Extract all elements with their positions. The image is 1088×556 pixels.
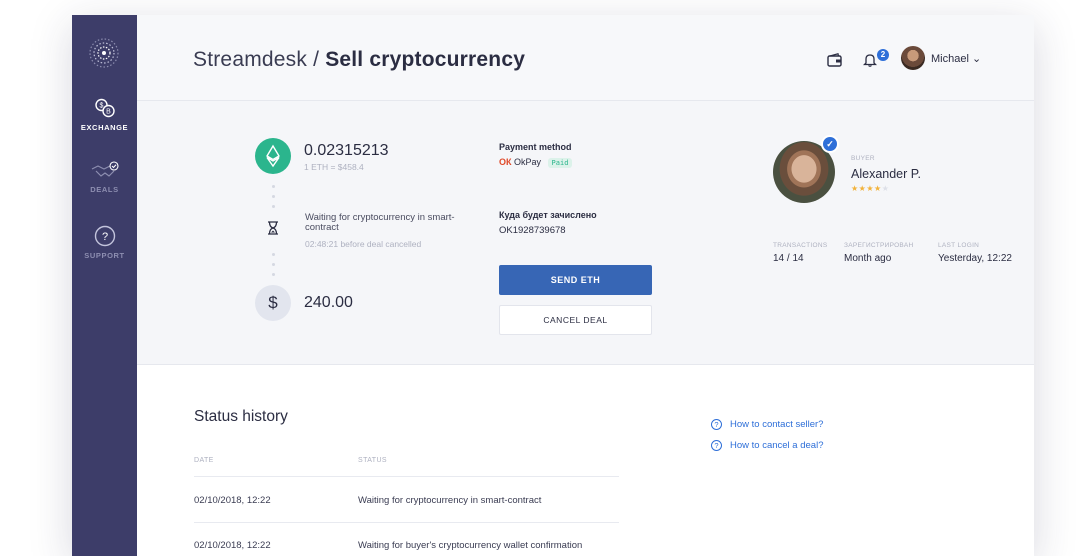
history-status: Waiting for cryptocurrency in smart-cont… [358,495,542,506]
page-header: Streamdesk / Sell cryptocurrency 2 Micha… [137,15,1034,101]
chevron-down-icon: ⌄ [971,53,982,65]
question-icon: ? [711,440,722,451]
status-badge: Paid [547,158,573,168]
progress-dot [272,195,275,198]
page-title: Streamdesk / Sell cryptocurrency [193,48,525,72]
star-filled-icon: ★ [866,184,875,193]
stat-label: ЗАРЕГИСТРИРОВАН [844,242,914,249]
breadcrumb[interactable]: Streamdesk [193,48,307,71]
breadcrumb-separator: / [313,48,320,71]
svg-text:B: B [106,109,111,116]
deal-status-text: Waiting for cryptocurrency in smart-cont… [305,212,455,233]
sidebar-item-deals[interactable]: DEALS [72,161,137,194]
ethereum-icon [255,138,291,174]
help-link-contact-seller[interactable]: ? How to contact seller? [711,419,823,430]
star-filled-icon: ★ [874,184,882,193]
stat-label: LAST LOGIN [938,242,980,249]
user-menu[interactable]: Michael ⌄ [931,52,981,65]
progress-dot [272,253,275,256]
history-date: 02/10/2018, 12:22 [194,495,271,506]
star-filled-icon: ★ [851,184,859,193]
send-eth-button[interactable]: SEND ETH [499,265,652,295]
sidebar-item-label: EXCHANGE [80,123,129,132]
page-title-text: Sell cryptocurrency [325,48,526,71]
buyer-tag: BUYER [851,155,875,162]
payment-method-label: Payment method [499,142,572,152]
svg-text:$: $ [99,103,103,110]
eth-amount: 0.02315213 [304,142,389,159]
okpay-logo: ОК [499,157,512,167]
stat-value: Yesterday, 12:22 [938,253,1012,264]
help-icon: ? [94,225,115,247]
column-header-date: DATE [194,457,214,464]
payment-method: ОК OkPay Paid [499,157,573,168]
row-divider [194,522,619,523]
history-status: Waiting for buyer's cryptocurrency walle… [358,540,583,551]
notification-badge: 2 [877,49,889,61]
stat-transactions: TRANSACTIONS 14 / 14 [773,242,828,264]
progress-dot [272,273,275,276]
help-link-cancel-deal[interactable]: ? How to cancel a deal? [711,440,823,451]
progress-dot [272,205,275,208]
column-header-status: STATUS [358,457,387,464]
help-link-text: How to cancel a deal? [730,440,824,451]
sidebar: $ B EXCHANGE DEALS ? SUPPORT [72,15,137,556]
svg-text:?: ? [101,231,107,243]
dollar-icon: $ [255,285,291,321]
logo-icon[interactable] [88,37,120,69]
exchange-icon: $ B [94,98,115,118]
main-content: Streamdesk / Sell cryptocurrency 2 Micha… [137,15,1034,556]
sidebar-item-support[interactable]: ? SUPPORT [72,225,137,260]
hourglass-icon [268,221,278,235]
stat-registered: ЗАРЕГИСТРИРОВАН Month ago [844,242,913,264]
sidebar-item-label: SUPPORT [84,251,125,260]
usd-amount: 240.00 [304,294,353,311]
credit-destination-label: Куда будет зачислено [499,210,597,220]
progress-dot [272,263,275,266]
credit-destination-value: OK1928739678 [499,225,566,236]
stat-value: 14 / 14 [773,253,804,264]
sidebar-item-exchange[interactable]: $ B EXCHANGE [72,97,137,132]
deal-panel: 0.02315213 1 ETH = $458.4 Waiting for cr… [137,101,1034,365]
help-link-text: How to contact seller? [730,419,824,430]
handshake-icon [91,161,119,177]
wallet-icon[interactable] [827,53,843,67]
history-date: 02/10/2018, 12:22 [194,540,271,551]
sidebar-item-label: DEALS [90,185,119,194]
payment-method-name: OkPay [514,157,542,167]
stat-label: TRANSACTIONS [773,242,828,249]
row-divider [194,476,619,477]
cancel-deal-button[interactable]: CANCEL DEAL [499,305,652,335]
stat-last-login: LAST LOGIN Yesterday, 12:22 [938,242,1012,264]
avatar[interactable] [901,46,925,70]
app-window: $ B EXCHANGE DEALS ? SUPPORT Streamdesk … [72,15,1034,556]
deal-timer: 02:48:21 before deal cancelled [305,239,422,249]
verified-icon: ✓ [821,135,839,153]
star-empty-icon: ★ [881,184,890,193]
stat-value: Month ago [844,253,892,264]
status-history-title: Status history [194,408,288,425]
progress-dot [272,185,275,188]
buyer-rating: ★★★★★ [851,184,889,193]
eth-rate: 1 ETH = $458.4 [304,162,364,172]
bell-icon[interactable] [863,53,877,67]
question-icon: ? [711,419,722,430]
buyer-name: Alexander P. [851,167,921,181]
user-name: Michael [931,53,969,65]
